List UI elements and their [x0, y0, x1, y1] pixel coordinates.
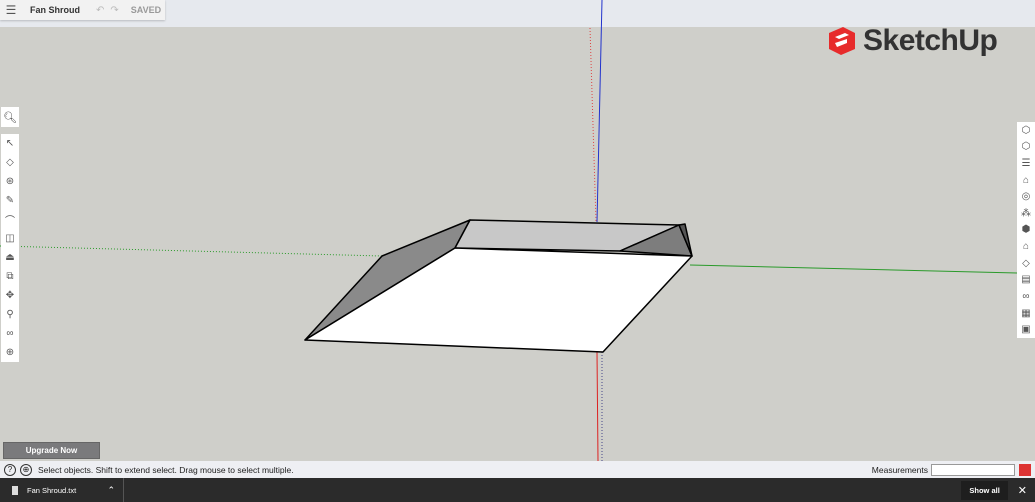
status-message: Select objects. Shift to extend select. …: [38, 464, 294, 475]
fan-shroud-model[interactable]: [304, 219, 693, 353]
components-icon[interactable]: ⬡: [1017, 122, 1035, 139]
downloads-bar: Fan Shroud.txt ⌃ Show all ✕: [0, 478, 1035, 502]
styles-icon[interactable]: ☰: [1017, 155, 1035, 172]
show-all-button[interactable]: Show all: [961, 480, 1008, 500]
solid-tools-icon[interactable]: ⁂: [1017, 205, 1035, 222]
tape-measure-icon[interactable]: ⚲: [1, 305, 19, 324]
viewport-3d[interactable]: [0, 0, 1035, 502]
title-bar: ☰ Fan Shroud ↶ ↷ SAVED: [0, 0, 165, 20]
model-info-icon[interactable]: ▤: [1017, 271, 1035, 288]
paint-bucket-icon[interactable]: ⊛: [1, 172, 19, 191]
outliner-icon[interactable]: ⌂: [1017, 238, 1035, 255]
extensions-icon[interactable]: ▦: [1017, 305, 1035, 322]
green-axis-dotted: [0, 245, 383, 257]
red-axis-dotted: [589, 27, 597, 223]
upgrade-now-button[interactable]: Upgrade Now: [3, 442, 100, 459]
left-toolbar: ↖ ◇ ⊛ ✎ ⌒ ◫ ⏏ ⧉ ✥ ⚲ ∞ ⊕: [1, 134, 19, 362]
offset-icon[interactable]: ⧉: [1, 267, 19, 286]
eraser-tool-icon[interactable]: ◇: [1, 153, 19, 172]
materials-icon[interactable]: ⬡: [1017, 139, 1035, 156]
tag-icon[interactable]: ◇: [1017, 255, 1035, 272]
download-item[interactable]: Fan Shroud.txt ⌃: [0, 478, 124, 502]
redo-icon[interactable]: ↷: [110, 5, 118, 16]
hamburger-menu-icon[interactable]: ☰: [0, 3, 22, 17]
blue-axis: [596, 0, 603, 223]
undo-icon[interactable]: ↶: [96, 5, 104, 16]
push-pull-icon[interactable]: ⏏: [1, 248, 19, 267]
globe-icon[interactable]: ⊕: [20, 463, 32, 476]
select-tool-icon[interactable]: ↖: [1, 134, 19, 153]
chevron-up-icon[interactable]: ⌃: [107, 485, 115, 496]
close-icon[interactable]: ✕: [1018, 484, 1027, 497]
sketchup-small-icon: [1019, 463, 1031, 476]
display-icon[interactable]: ∞: [1017, 288, 1035, 305]
help-icon[interactable]: ?: [4, 463, 16, 476]
arc-icon[interactable]: ⌒: [1, 210, 19, 229]
scenes-icon[interactable]: ◎: [1017, 188, 1035, 205]
right-toolbar: ⬡ ⬡ ☰ ⌂ ◎ ⁂ ⬢ ⌂ ◇ ▤ ∞ ▦ ▣: [1017, 122, 1035, 338]
search-button[interactable]: 🔍︎: [1, 107, 19, 127]
section-plane-icon[interactable]: ⊕: [1, 343, 19, 362]
green-axis: [689, 264, 1018, 274]
instructor-icon[interactable]: ⌂: [1017, 172, 1035, 189]
model-title[interactable]: Fan Shroud: [30, 5, 90, 15]
move-icon[interactable]: ✥: [1, 286, 19, 305]
footprints-icon[interactable]: ∞: [1, 324, 19, 343]
entity-info-icon[interactable]: ⬢: [1017, 222, 1035, 239]
red-axis: [596, 351, 599, 462]
logo-text: SketchUp: [863, 24, 998, 57]
status-bar: ? ⊕ Select objects. Shift to extend sele…: [0, 461, 1035, 478]
download-file-name: Fan Shroud.txt: [27, 485, 77, 495]
measurements-input[interactable]: [931, 463, 1015, 476]
saved-status: SAVED: [130, 5, 162, 15]
pencil-icon[interactable]: ✎: [1, 191, 19, 210]
rectangle-icon[interactable]: ◫: [1, 229, 19, 248]
account-icon[interactable]: ▣: [1017, 321, 1035, 338]
sketchup-logo-icon: [829, 27, 855, 55]
measurements-label: Measurements: [871, 464, 928, 475]
sketchup-logo: SketchUp: [825, 24, 998, 58]
search-icon: 🔍︎: [3, 111, 17, 124]
file-icon: [12, 485, 18, 495]
